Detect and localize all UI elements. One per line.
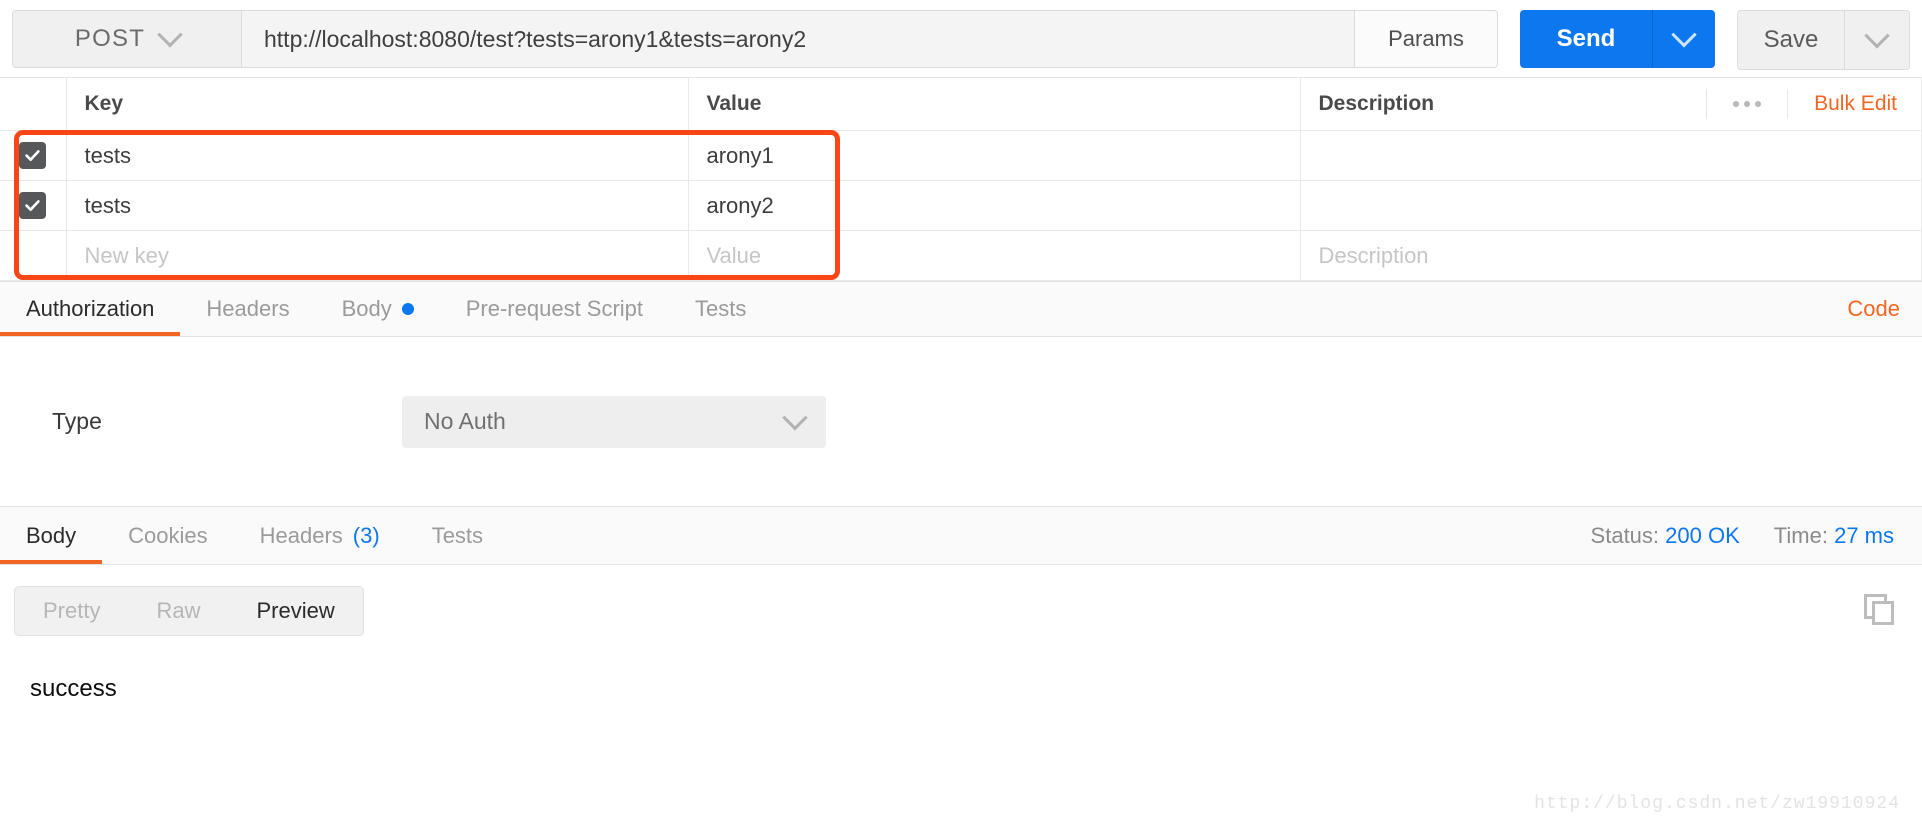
response-tab-body[interactable]: Body bbox=[0, 507, 103, 564]
response-tabs-bar: Body Cookies Headers (3) Tests Status: 2… bbox=[0, 507, 1922, 565]
row-value-text: arony2 bbox=[706, 192, 774, 218]
row-description-cell[interactable] bbox=[1299, 180, 1922, 231]
tab-pre-request-script[interactable]: Pre-request Script bbox=[440, 282, 669, 336]
row-checkbox[interactable] bbox=[19, 192, 47, 219]
response-body-text: success bbox=[30, 675, 117, 702]
response-meta: Status: 200 OK Time: 27 ms bbox=[1591, 523, 1894, 549]
new-key-input[interactable]: New key bbox=[65, 230, 689, 281]
response-tab-tests-label: Tests bbox=[431, 522, 484, 548]
new-row-checkbox-cell bbox=[0, 230, 67, 281]
column-header-key-label: Key bbox=[84, 92, 124, 115]
row-key-text: tests bbox=[84, 142, 131, 168]
row-value-cell[interactable]: arony1 bbox=[687, 130, 1301, 181]
save-button-group: Save bbox=[1737, 10, 1910, 70]
row-key-text: tests bbox=[84, 192, 131, 218]
url-input[interactable]: http://localhost:8080/test?tests=arony1&… bbox=[242, 11, 1354, 67]
new-description-input[interactable]: Description bbox=[1299, 230, 1922, 281]
status-label: Status: bbox=[1590, 522, 1660, 548]
params-button[interactable]: Params bbox=[1354, 11, 1497, 67]
watermark-text: http://blog.csdn.net/zw19910924 bbox=[1534, 794, 1900, 814]
row-key-cell[interactable]: tests bbox=[65, 180, 689, 231]
auth-type-select[interactable]: No Auth bbox=[402, 395, 826, 448]
http-method-label: POST bbox=[74, 25, 146, 52]
response-headers-count: (3) bbox=[352, 522, 380, 548]
tab-body-label: Body bbox=[341, 296, 392, 321]
row-checkbox-cell bbox=[0, 130, 67, 181]
table-row: tests arony2 bbox=[0, 180, 1922, 231]
tab-body[interactable]: Body bbox=[316, 282, 440, 336]
status-indicator: Status: 200 OK bbox=[1591, 523, 1740, 549]
tab-pre-request-script-label: Pre-request Script bbox=[465, 296, 644, 321]
time-label: Time: bbox=[1773, 522, 1828, 548]
row-value-cell[interactable]: arony2 bbox=[687, 180, 1301, 231]
tab-headers-label: Headers bbox=[206, 296, 290, 321]
bulk-edit-link[interactable]: Bulk Edit bbox=[1787, 89, 1921, 119]
new-value-input[interactable]: Value bbox=[687, 230, 1301, 281]
save-button[interactable]: Save bbox=[1738, 11, 1844, 69]
new-param-row: New key Value Description bbox=[0, 230, 1922, 281]
send-button[interactable]: Send bbox=[1520, 10, 1652, 68]
send-button-group: Send bbox=[1520, 10, 1715, 68]
chevron-down-icon bbox=[782, 404, 808, 430]
status-value: 200 OK bbox=[1665, 522, 1740, 548]
column-header-description-label: Description bbox=[1318, 92, 1435, 115]
copy-icon[interactable] bbox=[1862, 592, 1896, 631]
params-table-header-row: Key Value Description Bulk Edit bbox=[0, 78, 1922, 131]
time-indicator: Time: 27 ms bbox=[1774, 523, 1894, 549]
row-checkbox-cell bbox=[0, 180, 67, 231]
response-format-bar: Pretty Raw Preview bbox=[0, 565, 1922, 657]
format-raw-button[interactable]: Raw bbox=[128, 587, 228, 635]
tab-headers[interactable]: Headers bbox=[180, 282, 315, 336]
chevron-down-icon bbox=[1671, 22, 1697, 48]
column-header-key: Key bbox=[65, 78, 689, 131]
tab-tests-label: Tests bbox=[695, 296, 747, 321]
request-tablist: Authorization Headers Body Pre-request S… bbox=[0, 282, 772, 336]
format-preview-button[interactable]: Preview bbox=[228, 587, 362, 635]
params-table-area: Key Value Description Bulk Edit tests ar… bbox=[0, 78, 1922, 281]
http-method-dropdown[interactable]: POST bbox=[13, 11, 242, 67]
table-row: tests arony1 bbox=[0, 130, 1922, 181]
code-link[interactable]: Code bbox=[1847, 296, 1900, 322]
tab-authorization[interactable]: Authorization bbox=[0, 282, 181, 336]
authorization-panel: Type No Auth bbox=[0, 337, 1922, 507]
new-key-placeholder: New key bbox=[84, 242, 169, 268]
response-tab-cookies[interactable]: Cookies bbox=[102, 507, 233, 564]
chevron-down-icon bbox=[157, 22, 183, 48]
row-value-text: arony1 bbox=[706, 142, 774, 168]
body-modified-dot-icon bbox=[401, 303, 414, 315]
response-tablist: Body Cookies Headers (3) Tests bbox=[0, 507, 509, 564]
send-options-button[interactable] bbox=[1652, 10, 1715, 68]
request-tabs-bar: Authorization Headers Body Pre-request S… bbox=[0, 281, 1922, 337]
select-all-cell bbox=[0, 78, 67, 131]
format-pretty-button[interactable]: Pretty bbox=[15, 587, 128, 635]
row-description-cell[interactable] bbox=[1299, 130, 1922, 181]
response-tab-body-label: Body bbox=[26, 522, 77, 548]
method-url-group: POST http://localhost:8080/test?tests=ar… bbox=[12, 10, 1498, 68]
tab-authorization-label: Authorization bbox=[26, 296, 155, 321]
chevron-down-icon bbox=[1864, 23, 1890, 49]
auth-type-label: Type bbox=[52, 408, 102, 434]
request-bar: POST http://localhost:8080/test?tests=ar… bbox=[0, 0, 1922, 78]
column-header-description: Description Bulk Edit bbox=[1299, 78, 1922, 131]
tab-tests[interactable]: Tests bbox=[669, 282, 772, 336]
row-key-cell[interactable]: tests bbox=[65, 130, 689, 181]
row-checkbox[interactable] bbox=[19, 142, 47, 169]
new-value-placeholder: Value bbox=[706, 242, 762, 268]
new-description-placeholder: Description bbox=[1318, 242, 1429, 268]
response-tab-cookies-label: Cookies bbox=[128, 522, 208, 548]
ellipsis-icon[interactable] bbox=[1706, 89, 1787, 119]
auth-type-selected-value: No Auth bbox=[424, 408, 506, 434]
response-format-segmented-control: Pretty Raw Preview bbox=[14, 586, 364, 636]
column-header-value: Value bbox=[687, 78, 1301, 131]
response-tab-tests[interactable]: Tests bbox=[406, 507, 509, 564]
time-value: 27 ms bbox=[1834, 522, 1894, 548]
column-header-value-label: Value bbox=[706, 92, 762, 115]
response-tab-headers[interactable]: Headers (3) bbox=[234, 507, 406, 564]
save-options-button[interactable] bbox=[1844, 11, 1909, 69]
url-text: http://localhost:8080/test?tests=arony1&… bbox=[264, 25, 807, 52]
response-tab-headers-label: Headers bbox=[259, 522, 343, 548]
params-table: Key Value Description Bulk Edit tests ar… bbox=[0, 78, 1922, 281]
